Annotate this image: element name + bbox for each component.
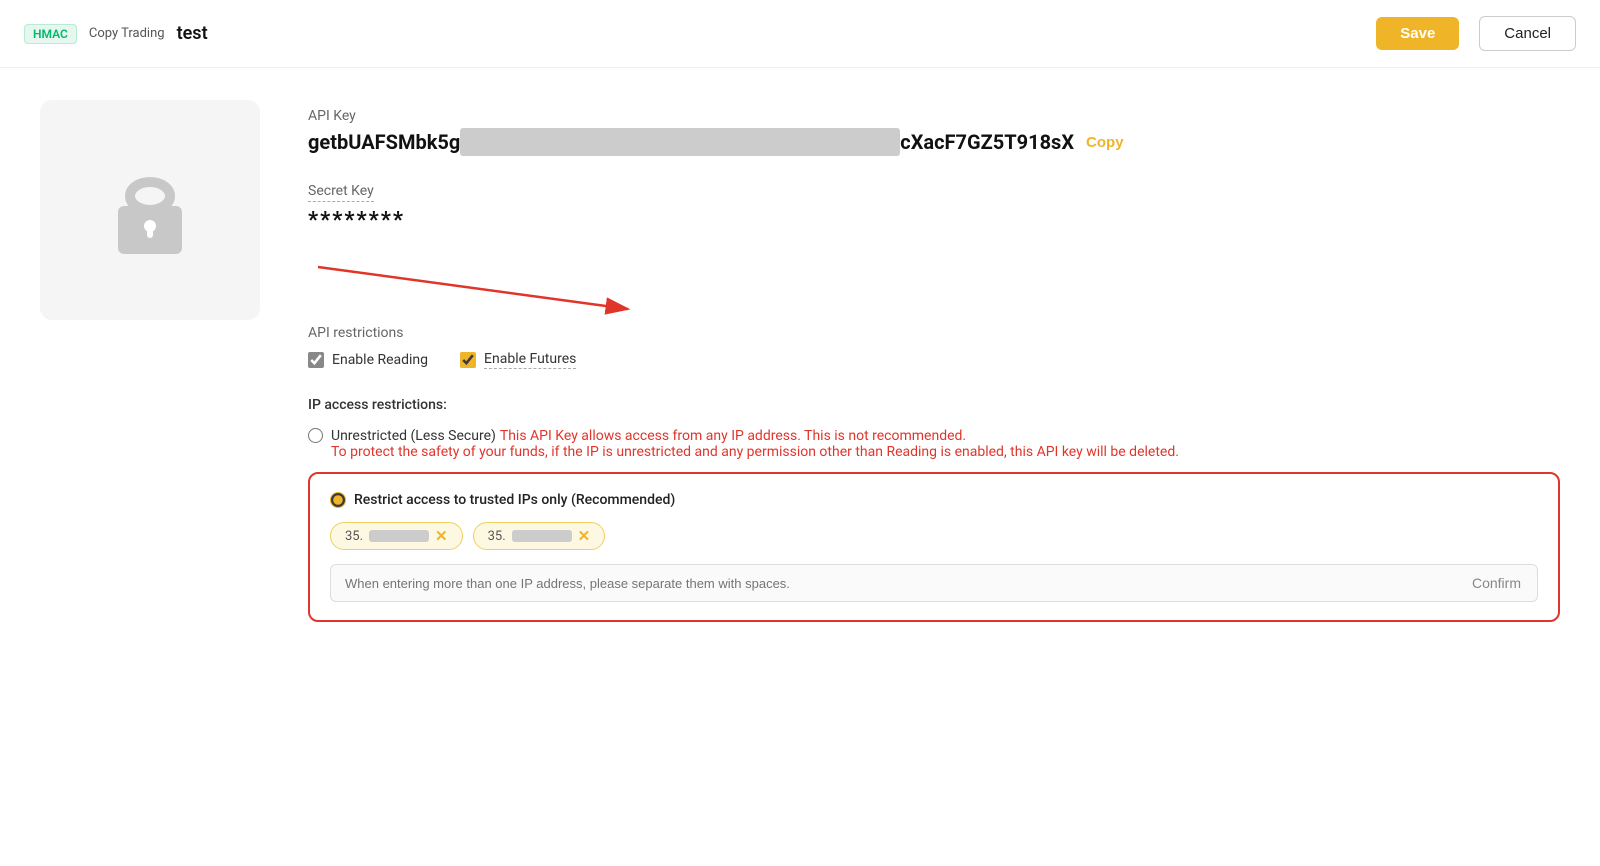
enable-futures-input[interactable] xyxy=(460,352,476,368)
api-key-prefix: getbUAFSMbk5g xyxy=(308,130,460,154)
unrestricted-label: Unrestricted (Less Secure) xyxy=(331,428,496,444)
secret-key-value: ******** xyxy=(308,208,1560,233)
annotation-arrow xyxy=(308,257,1560,317)
arrow-svg xyxy=(308,257,648,317)
confirm-button[interactable]: Confirm xyxy=(1456,565,1537,601)
recommended-row: Restrict access to trusted IPs only (Rec… xyxy=(330,492,1538,508)
secret-key-section: Secret Key ******** xyxy=(308,180,1560,233)
enable-reading-input[interactable] xyxy=(308,352,324,368)
api-key-suffix: cXacF7GZ5T918sX xyxy=(900,130,1074,154)
recommended-radio[interactable] xyxy=(330,492,346,508)
ip-restrictions-title: IP access restrictions: xyxy=(308,397,1560,413)
enable-reading-label: Enable Reading xyxy=(332,352,428,368)
ip-tag-2-remove[interactable]: ✕ xyxy=(578,527,591,545)
recommended-label: Restrict access to trusted IPs only (Rec… xyxy=(354,492,675,508)
ip-tag-1-remove[interactable]: ✕ xyxy=(435,527,448,545)
unrestricted-row: Unrestricted (Less Secure) This API Key … xyxy=(308,425,1560,460)
warning-text-1: This API Key allows access from any IP a… xyxy=(500,428,966,444)
lock-icon xyxy=(110,162,190,258)
ip-tag-2-prefix: 35. xyxy=(488,529,506,544)
warning-text-2: To protect the safety of your funds, if … xyxy=(331,444,1179,460)
header: HMAC Copy Trading test Save Cancel xyxy=(0,0,1600,68)
api-key-mask xyxy=(460,128,900,156)
ip-tag-1-prefix: 35. xyxy=(345,529,363,544)
enable-futures-label: Enable Futures xyxy=(484,351,576,369)
api-key-row: getbUAFSMbk5g cXacF7GZ5T918sX Copy xyxy=(308,128,1560,156)
unrestricted-info: Unrestricted (Less Secure) This API Key … xyxy=(331,425,1179,460)
lock-icon-area xyxy=(40,100,260,320)
recommended-box: Restrict access to trusted IPs only (Rec… xyxy=(308,472,1560,622)
page-title: test xyxy=(177,23,208,44)
api-restrictions-label: API restrictions xyxy=(308,325,1560,341)
api-restrictions-section: API restrictions Enable Reading Enable F… xyxy=(308,325,1560,369)
api-key-label: API Key xyxy=(308,108,1560,124)
ip-tags-row: 35. ✕ 35. ✕ xyxy=(330,522,1538,550)
ip-tag-2-mask xyxy=(512,530,572,542)
ip-tag-1: 35. ✕ xyxy=(330,522,463,550)
ip-restrictions-section: IP access restrictions: Unrestricted (Le… xyxy=(308,397,1560,622)
ip-input-row: Confirm xyxy=(330,564,1538,602)
ip-tag-1-mask xyxy=(369,530,429,542)
badge-hmac: HMAC xyxy=(24,24,77,44)
api-key-section: API Key getbUAFSMbk5g cXacF7GZ5T918sX Co… xyxy=(308,108,1560,156)
ip-input[interactable] xyxy=(331,566,1456,601)
save-button[interactable]: Save xyxy=(1376,17,1459,50)
content-area: API Key getbUAFSMbk5g cXacF7GZ5T918sX Co… xyxy=(308,100,1560,622)
enable-futures-checkbox[interactable]: Enable Futures xyxy=(460,351,576,369)
main-content: API Key getbUAFSMbk5g cXacF7GZ5T918sX Co… xyxy=(0,68,1600,654)
badge-copy-trading: Copy Trading xyxy=(89,26,165,41)
ip-tag-2: 35. ✕ xyxy=(473,522,606,550)
unrestricted-radio[interactable] xyxy=(308,428,323,443)
checkbox-row: Enable Reading Enable Futures xyxy=(308,351,1560,369)
copy-button[interactable]: Copy xyxy=(1086,134,1124,151)
secret-key-label: Secret Key xyxy=(308,183,374,202)
cancel-button[interactable]: Cancel xyxy=(1479,16,1576,51)
enable-reading-checkbox[interactable]: Enable Reading xyxy=(308,352,428,368)
